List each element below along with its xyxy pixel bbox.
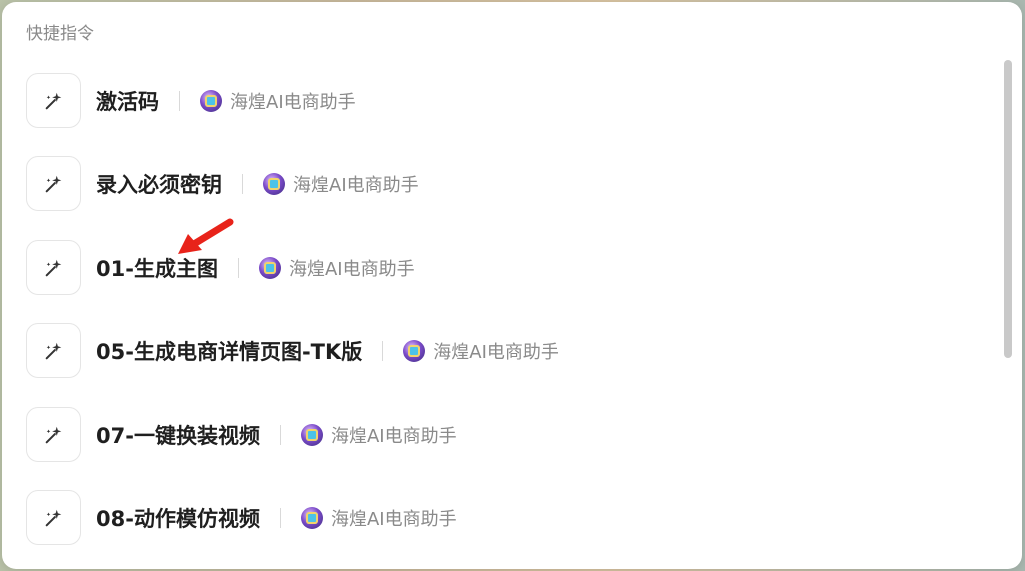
sparkle-wand-icon xyxy=(26,407,81,462)
shortcut-list: 激活码 海煌AI电商助手 录入必须密钥 海煌AI电商助手 01-生成主图 海煌A… xyxy=(2,2,992,569)
sparkle-wand-icon xyxy=(26,490,81,545)
shortcut-title: 录入必须密钥 xyxy=(96,172,222,197)
app-name: 海煌AI电商助手 xyxy=(330,425,457,447)
shortcut-title: 05-生成电商详情页图-TK版 xyxy=(96,339,363,364)
divider xyxy=(179,90,180,111)
sparkle-wand-icon xyxy=(26,156,81,211)
app-avatar-icon xyxy=(300,506,323,529)
shortcut-title: 07-一键换装视频 xyxy=(96,423,260,448)
divider xyxy=(382,340,384,361)
divider xyxy=(279,507,281,528)
app-avatar-icon xyxy=(300,423,323,446)
shortcuts-panel: 快捷指令 激活码 海煌AI电商助手 录入必须密钥 海煌AI电商助手 01-生成主… xyxy=(2,2,1022,569)
annotation-arrow-icon xyxy=(178,218,234,254)
app-name: 海煌AI电商助手 xyxy=(293,174,419,196)
app-name: 海煌AI电商助手 xyxy=(433,341,559,363)
app-avatar-icon xyxy=(263,172,285,195)
shortcut-item-outfit-swap-video[interactable]: 07-一键换装视频 海煌AI电商助手 xyxy=(26,406,457,463)
sparkle-wand-icon xyxy=(26,323,81,378)
sparkle-wand-icon xyxy=(26,73,81,128)
shortcut-item-activation-code[interactable]: 激活码 海煌AI电商助手 xyxy=(26,72,356,129)
shortcut-item-enter-key[interactable]: 录入必须密钥 海煌AI电商助手 xyxy=(26,155,419,212)
shortcut-item-detail-page-tk[interactable]: 05-生成电商详情页图-TK版 海煌AI电商助手 xyxy=(26,322,559,379)
scrollbar-thumb[interactable] xyxy=(1004,60,1012,358)
app-avatar-icon xyxy=(258,256,281,279)
app-name: 海煌AI电商助手 xyxy=(288,258,415,280)
app-name: 海煌AI电商助手 xyxy=(330,508,457,530)
shortcut-item-motion-imitation-video[interactable]: 08-动作模仿视频 海煌AI电商助手 xyxy=(26,489,457,546)
app-name: 海煌AI电商助手 xyxy=(230,91,356,113)
divider xyxy=(237,257,239,278)
shortcut-title: 激活码 xyxy=(96,89,159,114)
divider xyxy=(242,173,243,194)
app-avatar-icon xyxy=(403,339,426,362)
shortcut-title: 08-动作模仿视频 xyxy=(96,506,260,531)
app-avatar-icon xyxy=(200,89,222,112)
sparkle-wand-icon xyxy=(26,240,81,295)
divider xyxy=(279,424,281,445)
